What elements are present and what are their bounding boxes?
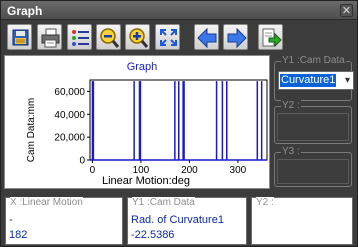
x-tick-label: 0 bbox=[90, 165, 96, 176]
zoom-out-icon bbox=[100, 28, 120, 48]
x-readout-value: 182 bbox=[9, 229, 28, 241]
zoom-in-button[interactable] bbox=[125, 24, 150, 50]
export-button[interactable] bbox=[258, 24, 283, 50]
arrow-left-icon bbox=[197, 27, 217, 49]
x-readout: X :Linear Motion - 182 bbox=[5, 197, 123, 245]
zoom-out-button[interactable] bbox=[96, 24, 121, 50]
y-axis-label: Cam Data:mm bbox=[26, 98, 37, 162]
series-selection-panel: Y1 :Cam Data Curvature1 ▾ Y2 : Y3 : bbox=[272, 55, 354, 189]
y1-readout-name: Rad. of Curvature1 bbox=[131, 214, 224, 226]
y2-readout: Y2 : bbox=[251, 197, 353, 245]
y1-group-label: Y1 :Cam Data bbox=[281, 55, 346, 67]
fit-button[interactable] bbox=[155, 24, 180, 50]
y2-group-body bbox=[277, 113, 349, 141]
x-axis-label: Linear Motion:deg bbox=[102, 175, 190, 187]
zoom-in-icon bbox=[129, 28, 149, 48]
arrow-right-icon bbox=[227, 27, 247, 49]
y3-group-body bbox=[277, 159, 349, 184]
toolbar bbox=[3, 21, 355, 53]
fit-to-window-icon bbox=[160, 29, 177, 46]
y-tick-label: 60,000 bbox=[54, 87, 85, 98]
legend-button[interactable] bbox=[67, 24, 92, 50]
window-title: Graph bbox=[7, 4, 43, 18]
y2-readout-label: Y2 : bbox=[256, 197, 274, 208]
chart-title: Graph bbox=[127, 61, 158, 73]
y3-group: Y3 : bbox=[274, 146, 352, 187]
y1-series-select[interactable]: Curvature1 ▾ bbox=[278, 71, 354, 90]
chevron-down-icon[interactable]: ▾ bbox=[345, 75, 350, 86]
cam-data-chart: Graph 020,00040,00060,0000 100 200 300 Line… bbox=[26, 61, 268, 187]
y-tick-label: 0 bbox=[79, 156, 85, 167]
graph-plot-area[interactable]: Graph 0 20,000 40,000 60,000 0 100 200 300 Line… bbox=[4, 55, 270, 189]
y3-group-label: Y3 : bbox=[281, 146, 301, 158]
printer-icon bbox=[41, 28, 60, 48]
x-tick-label: 300 bbox=[230, 165, 247, 176]
y2-group-label: Y2 : bbox=[281, 100, 301, 112]
save-button[interactable] bbox=[7, 24, 32, 50]
y1-group: Y1 :Cam Data Curvature1 ▾ bbox=[274, 55, 354, 101]
x-readout-label: X :Linear Motion bbox=[10, 197, 83, 208]
title-bar[interactable]: Graph ✕ bbox=[1, 1, 357, 20]
y1-readout: Y1 :Cam Data Rad. of Curvature1 -22.5386 bbox=[127, 197, 247, 245]
save-icon bbox=[12, 29, 29, 46]
back-button[interactable] bbox=[194, 24, 219, 50]
close-button[interactable]: ✕ bbox=[340, 4, 353, 17]
y-tick-label: 20,000 bbox=[54, 133, 85, 144]
y1-readout-value: -22.5386 bbox=[131, 229, 175, 241]
list-icon bbox=[72, 30, 89, 46]
export-icon bbox=[262, 28, 282, 48]
cursor-readout-bar: X :Linear Motion - 182 Y1 :Cam Data Rad.… bbox=[3, 191, 355, 246]
print-button[interactable] bbox=[37, 24, 62, 50]
y1-selected-value: Curvature1 bbox=[280, 74, 337, 87]
chart-axes: 020,00040,00060,0000 100 200 300 bbox=[54, 79, 268, 176]
y2-group: Y2 : bbox=[274, 100, 352, 144]
y-tick-label: 40,000 bbox=[54, 110, 85, 121]
forward-button[interactable] bbox=[223, 24, 248, 50]
graph-window: Graph ✕ Graph 0 20,000 40,000 60,000 0 1… bbox=[0, 0, 358, 247]
y1-readout-label: Y1 :Cam Data bbox=[132, 197, 195, 208]
x-readout-name: - bbox=[9, 214, 13, 226]
